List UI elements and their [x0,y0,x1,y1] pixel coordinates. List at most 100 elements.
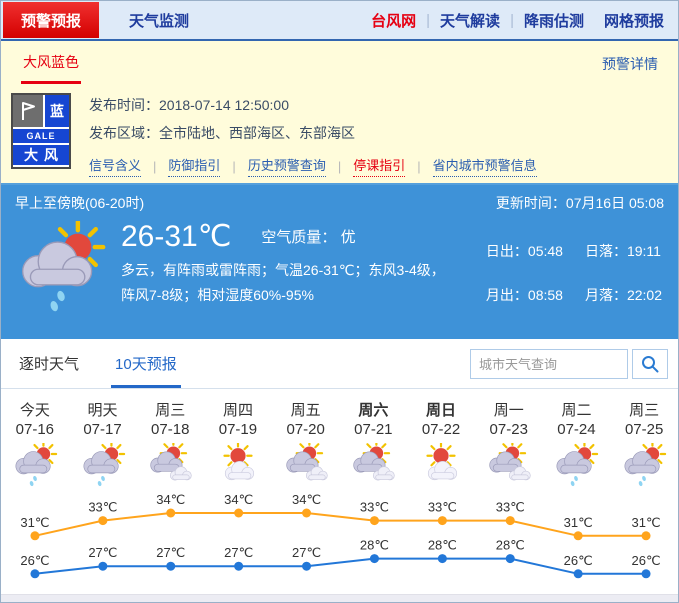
sun-clouds-icon [475,441,543,489]
svg-text:31℃: 31℃ [564,515,593,530]
day-date-5: 07-21 [339,415,407,441]
badge-type-cn-label: 大风 [13,145,69,165]
current-weather-panel: 早上至傍晚(06-20时) 更新时间：07月16日 05:08 26-31℃ 空… [1,185,678,339]
warning-body: 蓝 GALE 大风 发布时间：2018-07-14 12:50:00 发布区域：… [1,87,678,185]
gale-flag-icon [13,95,43,127]
moonrise-time: 月出：08:58 [486,285,563,317]
day-name-3: 周四 [204,389,272,415]
warning-link-separator: | [338,159,341,174]
nav-separator: | [426,12,430,29]
search-icon [640,354,660,374]
sun-cloud-rain-icon [543,441,611,489]
day-date-4: 07-20 [272,415,340,441]
gale-blue-warning-badge: 蓝 GALE 大风 [11,93,71,169]
issue-time-value: 2018-07-14 12:50:00 [159,97,289,113]
air-quality: 空气质量： 优 [261,226,355,247]
current-panel-body: 26-31℃ 空气质量： 优 多云，有阵雨或雷阵雨；气温26-31℃；东风3-4… [1,217,678,317]
link-signal-meaning[interactable]: 信号含义 [89,155,141,177]
svg-text:26℃: 26℃ [20,553,49,568]
day-date-8: 07-24 [543,415,611,441]
temperature-chart-wrap: 31℃33℃34℃34℃34℃33℃33℃33℃31℃31℃26℃27℃27℃2… [1,489,678,594]
day-name-0: 今天 [1,389,69,415]
weather-description-line1: 多云，有阵雨或雷阵雨；气温26-31℃；东风3-4级， [121,262,445,278]
sun-clouds-icon [272,441,340,489]
current-weather-icon [1,217,121,317]
sun-clouds-icon [339,441,407,489]
svg-text:34℃: 34℃ [156,492,185,507]
warning-link-separator: | [153,159,156,174]
nav-separator: | [510,12,514,29]
svg-text:27℃: 27℃ [156,545,185,560]
link-defense-guide[interactable]: 防御指引 [168,155,220,177]
warning-detail-link[interactable]: 预警详情 [602,54,658,74]
warning-links: 信号含义 | 防御指引 | 历史预警查询 | 停课指引 | 省内城市预警信息 [89,155,678,177]
link-typhoon-net[interactable]: 台风网 [371,10,416,31]
sunrise-time: 日出：05:48 [486,241,563,273]
warning-title-row: 大风蓝色 预警详情 [1,41,678,87]
day-name-6: 周日 [407,389,475,415]
issue-area-line: 发布区域：全市陆地、西部海区、东部海区 [89,123,678,143]
tab-ten-day-forecast[interactable]: 10天预报 [111,353,181,388]
day-date-7: 07-23 [475,415,543,441]
svg-text:34℃: 34℃ [224,492,253,507]
svg-text:27℃: 27℃ [224,545,253,560]
warning-link-separator: | [232,159,235,174]
warning-tab-gale-blue[interactable]: 大风蓝色 [21,44,81,84]
update-time-label: 更新时间： [496,195,566,211]
sun-cloud-icon [204,441,272,489]
day-date-6: 07-22 [407,415,475,441]
svg-text:33℃: 33℃ [360,500,389,515]
issue-time-label: 发布时间： [89,97,159,113]
link-weather-explain[interactable]: 天气解读 [440,10,500,31]
badge-type-en-label: GALE [13,129,69,143]
sunset-time: 日落：19:11 [585,241,662,273]
forecast-days: 今天明天周三周四周五周六周日周一周二周三07-1607-1707-1807-19… [1,389,678,489]
day-name-8: 周二 [543,389,611,415]
link-rain-estimate[interactable]: 降雨估测 [524,10,584,31]
svg-text:31℃: 31℃ [20,515,49,530]
nav-links: 台风网 | 天气解读 | 降雨估测 网格预报 [371,10,678,31]
tab-weather-monitor[interactable]: 天气监测 [129,10,189,31]
svg-text:26℃: 26℃ [564,553,593,568]
svg-text:34℃: 34℃ [292,492,321,507]
day-name-5: 周六 [339,389,407,415]
weather-description-line2: 阵风7-8级；相对湿度60%-95% [121,287,314,303]
link-history-warning-query[interactable]: 历史预警查询 [248,155,326,177]
forecast-tabs-row: 逐时天气 10天预报 [1,339,678,389]
day-date-9: 07-25 [610,415,678,441]
sun-cloud-rain-icon [69,441,137,489]
tab-weather-monitor-label: 天气监测 [129,13,189,30]
tab-warning-forecast[interactable]: 预警预报 [3,2,99,38]
air-quality-value: 优 [341,229,356,246]
sun-moon-times: 日出：05:48 日落：19:11 月出：08:58 月落：22:02 [486,217,678,317]
link-class-suspension-guide[interactable]: 停课指引 [353,155,405,177]
city-search-input[interactable] [470,349,628,379]
city-search [470,349,668,379]
svg-text:27℃: 27℃ [292,545,321,560]
day-date-3: 07-19 [204,415,272,441]
day-name-7: 周一 [475,389,543,415]
link-grid-forecast[interactable]: 网格预报 [604,10,664,31]
svg-text:28℃: 28℃ [360,538,389,553]
svg-text:28℃: 28℃ [428,538,457,553]
weather-app: 预警预报 天气监测 台风网 | 天气解读 | 降雨估测 网格预报 大风蓝色 预警… [0,0,679,603]
svg-text:33℃: 33℃ [496,500,525,515]
moonset-time: 月落：22:02 [585,285,662,317]
update-time-value: 07月16日 05:08 [566,195,664,211]
weather-description: 多云，有阵雨或雷阵雨；气温26-31℃；东风3-4级， 阵风7-8级；相对湿度6… [121,258,445,308]
badge-level-label: 蓝 [45,95,69,127]
svg-text:27℃: 27℃ [88,545,117,560]
warning-info: 发布时间：2018-07-14 12:50:00 发布区域：全市陆地、西部海区、… [71,93,678,183]
svg-text:33℃: 33℃ [428,500,457,515]
top-nav: 预警预报 天气监测 台风网 | 天气解读 | 降雨估测 网格预报 [1,1,678,41]
tab-warning-forecast-label: 预警预报 [21,10,81,31]
tab-hourly-weather[interactable]: 逐时天气 [15,353,83,388]
update-time: 更新时间：07月16日 05:08 [496,193,664,213]
current-panel-header: 早上至傍晚(06-20时) 更新时间：07月16日 05:08 [1,185,678,217]
search-button[interactable] [632,349,668,379]
period-label: 早上至傍晚(06-20时) [15,193,144,213]
link-province-city-warnings[interactable]: 省内城市预警信息 [433,155,537,177]
day-name-2: 周三 [136,389,204,415]
day-date-0: 07-16 [1,415,69,441]
svg-text:28℃: 28℃ [496,538,525,553]
